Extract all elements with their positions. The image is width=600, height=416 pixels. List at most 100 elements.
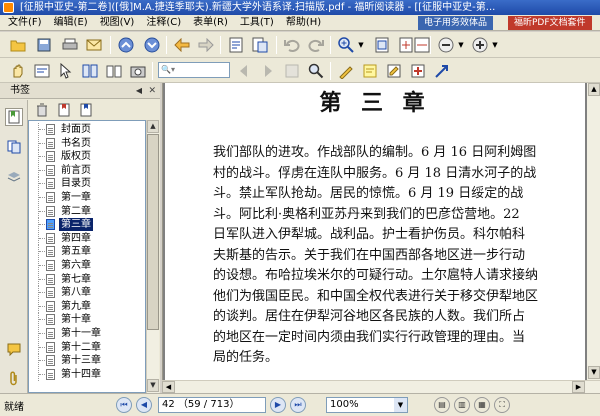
new-bookmark-icon[interactable]	[56, 102, 72, 118]
bookmark-item[interactable]: 第四章	[29, 231, 145, 245]
comments-tab-icon[interactable]	[5, 340, 23, 358]
find-options-icon[interactable]	[282, 61, 302, 81]
zoom-dropdown-icon[interactable]: ▼	[356, 35, 366, 55]
doc-scroll-right-icon[interactable]: ▶	[572, 381, 585, 393]
note-icon[interactable]	[360, 61, 380, 81]
zoom-in-dropdown-icon[interactable]: ▼	[490, 35, 500, 55]
bookmark-item[interactable]: 封面页	[29, 123, 145, 136]
book-icon[interactable]	[104, 61, 124, 81]
menu-file[interactable]: 文件(F)	[0, 15, 48, 31]
document-hscrollbar[interactable]: ◀ ▶	[162, 380, 600, 393]
bookmark-item[interactable]: 第三章	[29, 218, 145, 232]
open-folder-icon[interactable]	[8, 35, 28, 55]
typewriter-icon[interactable]	[336, 61, 356, 81]
bookmark-page-icon	[46, 192, 55, 203]
bookmark-item[interactable]: 第六章	[29, 259, 145, 272]
layers-tab-icon[interactable]	[5, 168, 23, 186]
bookmark-item[interactable]: 第十二章	[29, 340, 145, 354]
continuous-view-icon[interactable]: ▤	[434, 397, 450, 413]
print-icon[interactable]	[60, 35, 80, 55]
menu-comment[interactable]: 注释(C)	[140, 15, 187, 31]
scroll-up-icon[interactable]: ▲	[147, 120, 159, 133]
menu-view[interactable]: 视图(V)	[94, 15, 141, 31]
doc-scroll-down-icon[interactable]: ▼	[588, 366, 600, 379]
first-page-icon[interactable]: ⏮	[116, 397, 132, 413]
search-icon[interactable]	[306, 61, 326, 81]
zoom-in-icon[interactable]	[336, 35, 356, 55]
bookmark-item[interactable]: 第十章	[29, 313, 145, 327]
bookmark-item[interactable]: 第一章	[29, 191, 145, 204]
back-arrow-icon[interactable]	[172, 35, 192, 55]
prev-page-icon[interactable]: ◀	[136, 397, 152, 413]
bookmark-item[interactable]: 第八章	[29, 286, 145, 300]
redo-icon[interactable]	[306, 35, 326, 55]
delete-bookmark-icon[interactable]	[34, 102, 50, 118]
bookmark-label: 目录页	[61, 178, 91, 190]
bookmark-item[interactable]: 第二章	[29, 204, 145, 218]
hand-tool-icon[interactable]	[8, 61, 28, 81]
arrow-annotation-icon[interactable]	[432, 61, 452, 81]
fullscreen-icon[interactable]: ⛶	[494, 397, 510, 413]
bookmark-scrollbar[interactable]: ▲ ▼	[146, 120, 159, 393]
attachments-tab-icon[interactable]	[5, 370, 23, 388]
bookmark-item[interactable]: 第十三章	[29, 354, 145, 368]
find-input[interactable]: 🔍▾	[158, 62, 230, 78]
last-page-icon[interactable]: ⏭	[290, 397, 306, 413]
zoom-out-dropdown-icon[interactable]: ▼	[456, 35, 466, 55]
document-viewport[interactable]: 第 三 章 我们部队的进攻。作战部队的编制。6 月 16 日阿利姆图 村的战斗。俘…	[162, 83, 600, 393]
pages-tab-icon[interactable]	[5, 138, 23, 156]
column-select-icon[interactable]	[80, 61, 100, 81]
forward-arrow-icon[interactable]	[196, 35, 216, 55]
find-previous-icon[interactable]	[234, 61, 254, 81]
panel-collapse-icon[interactable]: ◀	[136, 83, 142, 99]
bookmark-item[interactable]: 第九章	[29, 299, 145, 313]
save-icon[interactable]	[34, 35, 54, 55]
zoom-level-field[interactable]: 100% ▼	[326, 397, 408, 413]
scroll-down-icon[interactable]: ▼	[147, 379, 159, 392]
select-arrow-icon[interactable]	[56, 61, 76, 81]
bookmark-item[interactable]: 第十四章	[29, 367, 145, 381]
bookmark-page-icon	[46, 368, 55, 380]
next-page-nav-icon[interactable]: ▶	[270, 397, 286, 413]
find-next-icon[interactable]	[258, 61, 278, 81]
single-page-view-icon[interactable]: ▥	[454, 397, 470, 413]
stamp-icon[interactable]	[408, 61, 428, 81]
scroll-thumb[interactable]	[147, 134, 159, 330]
zoom-level-dropdown-icon[interactable]: ▼	[394, 398, 407, 412]
zoom-out-circle-icon[interactable]	[436, 35, 456, 55]
bookmark-item[interactable]: 版权页	[29, 150, 145, 164]
menu-form[interactable]: 表单(R)	[187, 15, 234, 31]
panel-close-icon[interactable]: ✕	[148, 83, 156, 99]
previous-page-icon[interactable]	[116, 35, 136, 55]
menu-edit[interactable]: 编辑(E)	[48, 15, 94, 31]
zoom-in-circle-icon[interactable]	[470, 35, 490, 55]
bookmark-item[interactable]: 第七章	[29, 272, 145, 286]
bookmark-item[interactable]: 第五章	[29, 245, 145, 259]
ad-link-1[interactable]: 电子用务效体品	[418, 16, 494, 30]
fit-width-icon[interactable]	[412, 35, 432, 55]
snapshot-icon[interactable]	[128, 61, 148, 81]
bookmark-item[interactable]: 第十一章	[29, 327, 145, 340]
menu-help[interactable]: 帮助(H)	[280, 15, 327, 31]
select-page-icon[interactable]	[226, 35, 246, 55]
bookmark-item[interactable]: 目录页	[29, 177, 145, 191]
text-select-icon[interactable]	[32, 61, 52, 81]
bookmark-toolbar	[28, 100, 160, 120]
bookmark-item[interactable]: 前言页	[29, 163, 145, 177]
doc-scroll-up-icon[interactable]: ▲	[588, 83, 600, 96]
doc-scroll-left-icon[interactable]: ◀	[162, 381, 175, 393]
next-page-icon[interactable]	[142, 35, 162, 55]
bookmarks-tab-icon[interactable]	[5, 108, 23, 126]
email-icon[interactable]	[84, 35, 104, 55]
ad-link-2[interactable]: 福昕PDF文档套件	[508, 16, 592, 30]
undo-icon[interactable]	[282, 35, 302, 55]
page-number-field[interactable]: 42 （59 / 713）	[158, 397, 266, 413]
highlight-icon[interactable]	[384, 61, 404, 81]
document-vscrollbar[interactable]: ▲ ▼	[587, 83, 600, 393]
actual-size-icon[interactable]	[372, 35, 392, 55]
facing-view-icon[interactable]: ▦	[474, 397, 490, 413]
menu-tools[interactable]: 工具(T)	[234, 15, 280, 31]
bookmark-item[interactable]: 书名页	[29, 136, 145, 150]
expand-bookmark-icon[interactable]	[78, 102, 94, 118]
extract-page-icon[interactable]	[250, 35, 270, 55]
